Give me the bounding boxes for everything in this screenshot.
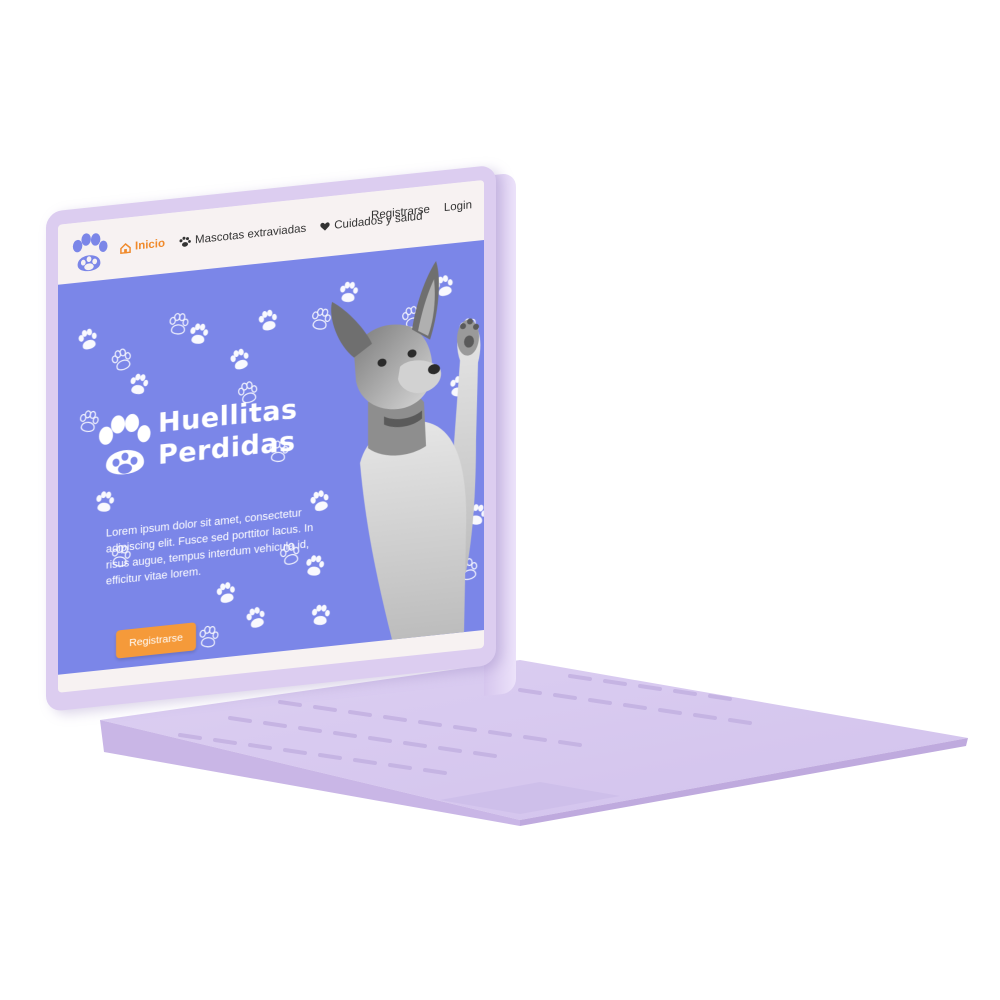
laptop-screen: Inicio Mascotas extraviadas Cuidados y s… — [58, 179, 484, 693]
heart-icon — [320, 222, 330, 231]
dog-photo — [331, 261, 481, 640]
nav-item-mascotas-extraviadas[interactable]: Mascotas extraviadas — [179, 223, 306, 248]
login-link[interactable]: Login — [444, 199, 472, 214]
paw-icon — [179, 236, 191, 247]
hero-section: Huellitas Perdidas Lorem ipsum dolor sit… — [58, 239, 484, 675]
laptop-lid: Inicio Mascotas extraviadas Cuidados y s… — [46, 164, 496, 712]
laptop-mockup: Inicio Mascotas extraviadas Cuidados y s… — [0, 0, 1000, 1000]
nav-item-label: Mascotas extraviadas — [195, 222, 307, 247]
nav-item-inicio[interactable]: Inicio — [120, 237, 165, 254]
hero-title: Huellitas Perdidas — [158, 394, 298, 473]
home-icon — [120, 242, 131, 254]
paw-logo-icon — [99, 413, 151, 475]
paw-logo-icon[interactable] — [70, 229, 108, 277]
nav-item-label: Inicio — [135, 237, 166, 253]
